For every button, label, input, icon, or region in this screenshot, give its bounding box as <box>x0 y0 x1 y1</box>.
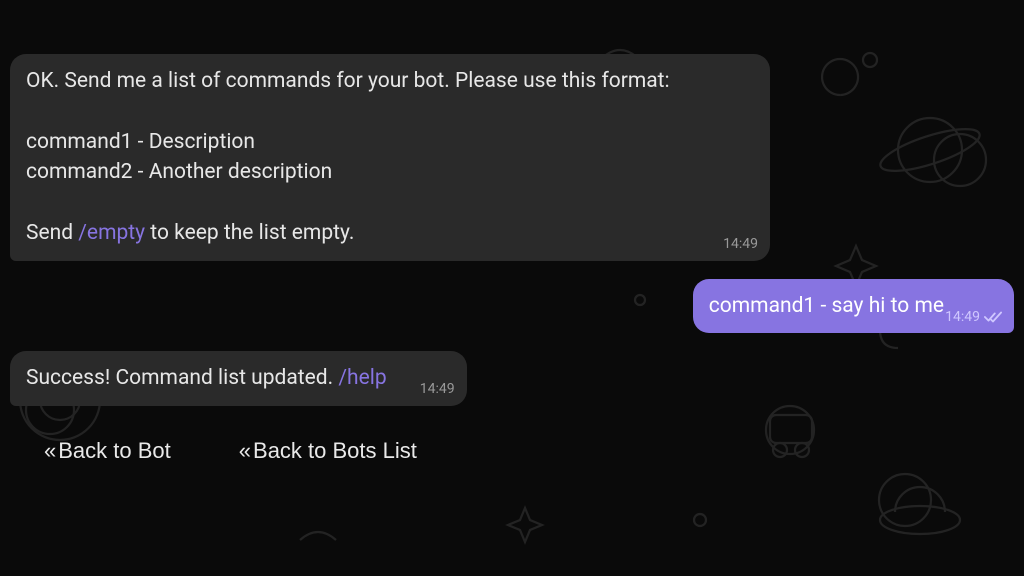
message-bubble[interactable]: command1 - say hi to me 14:49 <box>693 279 1014 333</box>
bot-command-link[interactable]: /empty <box>78 221 145 245</box>
message-timestamp: 14:49 <box>420 379 455 399</box>
message-timestamp: 14:49 <box>723 234 758 254</box>
message-bubble[interactable]: OK. Send me a list of commands for your … <box>10 54 770 261</box>
chevron-left-icon: « <box>44 438 54 463</box>
message-text: command1 - say hi to me <box>709 294 944 318</box>
message-timestamp: 14:49 <box>945 307 980 327</box>
chevron-left-icon: « <box>239 438 249 463</box>
message-row-incoming: Success! Command list updated. /help 14:… <box>10 351 1014 405</box>
message-text: OK. Send me a list of commands for your … <box>26 69 670 245</box>
message-row-outgoing: command1 - say hi to me 14:49 <box>10 279 1014 333</box>
bot-command-link[interactable]: /help <box>338 366 386 390</box>
read-status-icon <box>984 310 1002 324</box>
message-bubble[interactable]: Success! Command list updated. /help 14:… <box>10 351 467 405</box>
back-to-bots-list-button[interactable]: «Back to Bots List <box>235 432 421 470</box>
message-row-incoming: OK. Send me a list of commands for your … <box>10 54 1014 261</box>
back-to-bot-button[interactable]: «Back to Bot <box>40 432 175 470</box>
reply-keyboard: «Back to Bot «Back to Bots List <box>10 424 1014 470</box>
chat-message-list: OK. Send me a list of commands for your … <box>0 0 1024 576</box>
message-text: Success! Command list updated. /help <box>26 366 387 390</box>
